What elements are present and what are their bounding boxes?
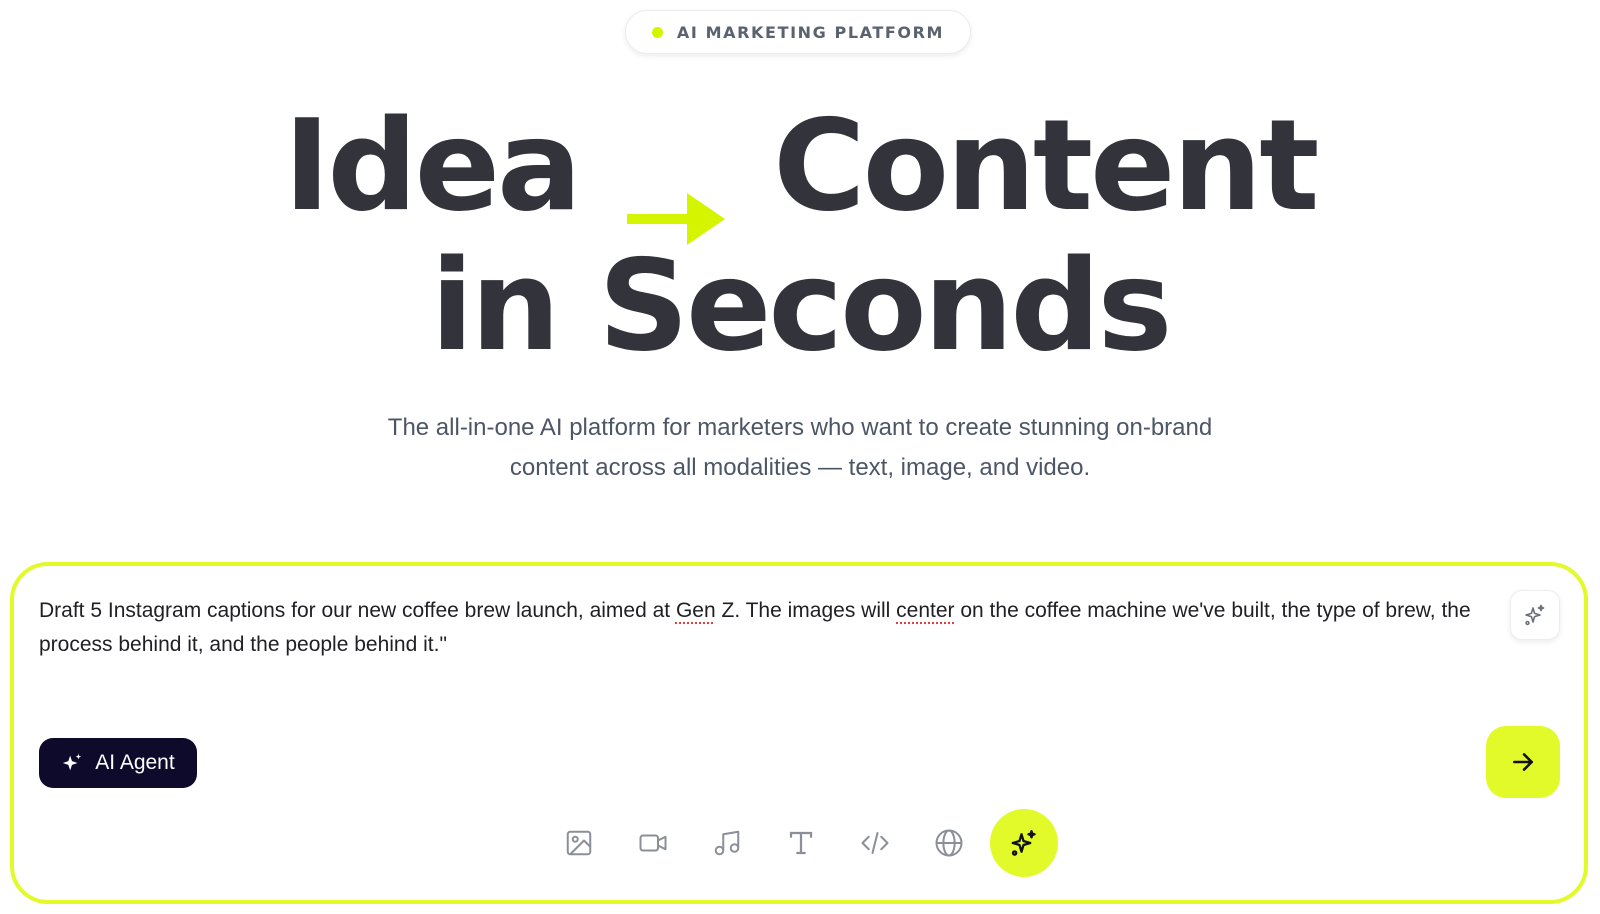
image-icon [566, 830, 591, 856]
prompt-text-segment: Draft 5 Instagram captions for our new c… [39, 599, 676, 622]
send-button[interactable] [1486, 726, 1560, 798]
globe-icon [935, 829, 962, 857]
badge-dot [651, 26, 663, 38]
sparkle-icon [1011, 830, 1036, 856]
sparkle-icon [63, 753, 82, 771]
text-tool-button[interactable] [765, 807, 837, 879]
video-tool-button[interactable] [617, 807, 689, 879]
text-icon [789, 831, 812, 855]
headline-word-content: Content [773, 92, 1319, 239]
sparkle-icon [1525, 604, 1545, 626]
music-icon [714, 830, 739, 856]
platform-badge: AI MARKETING PLATFORM [625, 10, 971, 54]
video-icon [639, 834, 666, 852]
ai-agent-label: AI Agent [95, 751, 175, 774]
enhance-prompt-button[interactable] [1510, 590, 1560, 640]
prompt-misspelled-word: center [896, 599, 955, 622]
arrow-right-icon [627, 136, 726, 245]
prompt-input[interactable]: Draft 5 Instagram captions for our new c… [39, 594, 1489, 662]
subtitle-line-1: The all-in-one AI platform for marketers… [387, 414, 1213, 441]
arrow-right-icon [1513, 753, 1533, 771]
prompt-text-segment: Z. The images will [715, 599, 897, 622]
web-tool-button[interactable] [913, 807, 985, 879]
headline-word-idea: Idea [283, 92, 583, 239]
headline-line-2: in Seconds [430, 232, 1172, 379]
hero-subtitle: The all-in-one AI platform for marketers… [0, 408, 1600, 488]
badge-label: AI MARKETING PLATFORM [676, 22, 945, 42]
ai-agent-button[interactable]: AI Agent [39, 738, 197, 788]
headline-line-1: Idea Content [0, 92, 1600, 245]
code-icon [861, 832, 888, 854]
subtitle-line-2: content across all modalities — text, im… [509, 454, 1091, 481]
hero-headline: Idea Content in Seconds [0, 96, 1600, 376]
image-tool-button[interactable] [543, 807, 615, 879]
magic-tool-button[interactable] [989, 809, 1058, 877]
prompt-card: Draft 5 Instagram captions for our new c… [10, 562, 1588, 904]
code-tool-button[interactable] [839, 807, 911, 879]
modality-toolbar [14, 806, 1584, 880]
prompt-misspelled-word: Gen [675, 599, 716, 622]
music-tool-button[interactable] [691, 807, 763, 879]
page: AI MARKETING PLATFORM Idea Content in Se… [0, 0, 1600, 914]
